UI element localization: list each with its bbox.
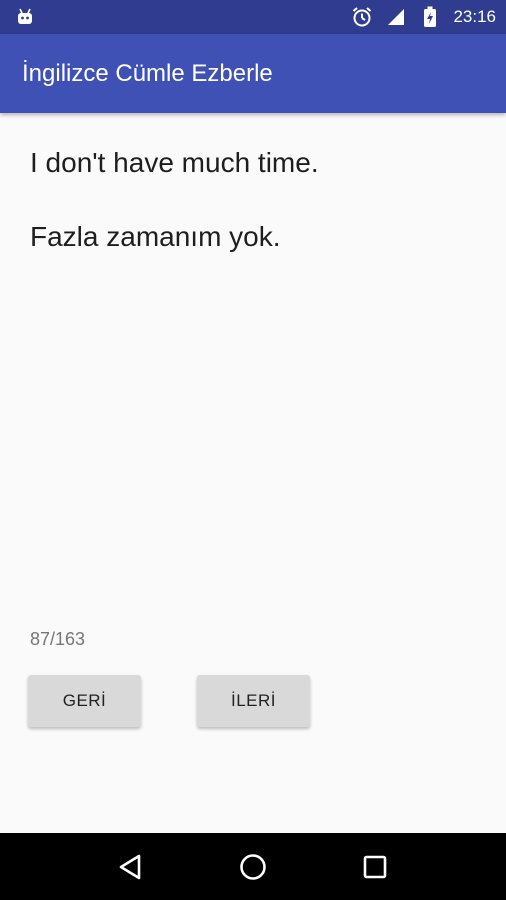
navigation-bar <box>0 833 506 900</box>
back-button[interactable]: GERİ <box>28 675 141 727</box>
status-right: 23:16 <box>351 6 496 28</box>
recents-square-icon[interactable] <box>350 842 400 892</box>
turkish-sentence: Fazla zamanım yok. <box>30 221 281 252</box>
home-circle-icon[interactable] <box>228 842 278 892</box>
status-left <box>14 6 36 28</box>
alarm-icon <box>351 6 373 28</box>
status-bar: 23:16 <box>0 0 506 34</box>
signal-icon <box>385 6 407 28</box>
status-time: 23:16 <box>453 7 496 26</box>
sentence-counter: 87/163 <box>30 629 86 649</box>
next-button[interactable]: İLERİ <box>197 675 310 727</box>
back-triangle-icon[interactable] <box>106 842 156 892</box>
main-content: I don't have much time. Fazla zamanım yo… <box>0 113 506 833</box>
battery-charging-icon <box>419 6 441 28</box>
app-bar: İngilizce Cümle Ezberle <box>0 34 506 113</box>
english-sentence: I don't have much time. <box>30 147 319 178</box>
app-title: İngilizce Cümle Ezberle <box>22 59 273 87</box>
android-notification-icon <box>14 6 36 28</box>
